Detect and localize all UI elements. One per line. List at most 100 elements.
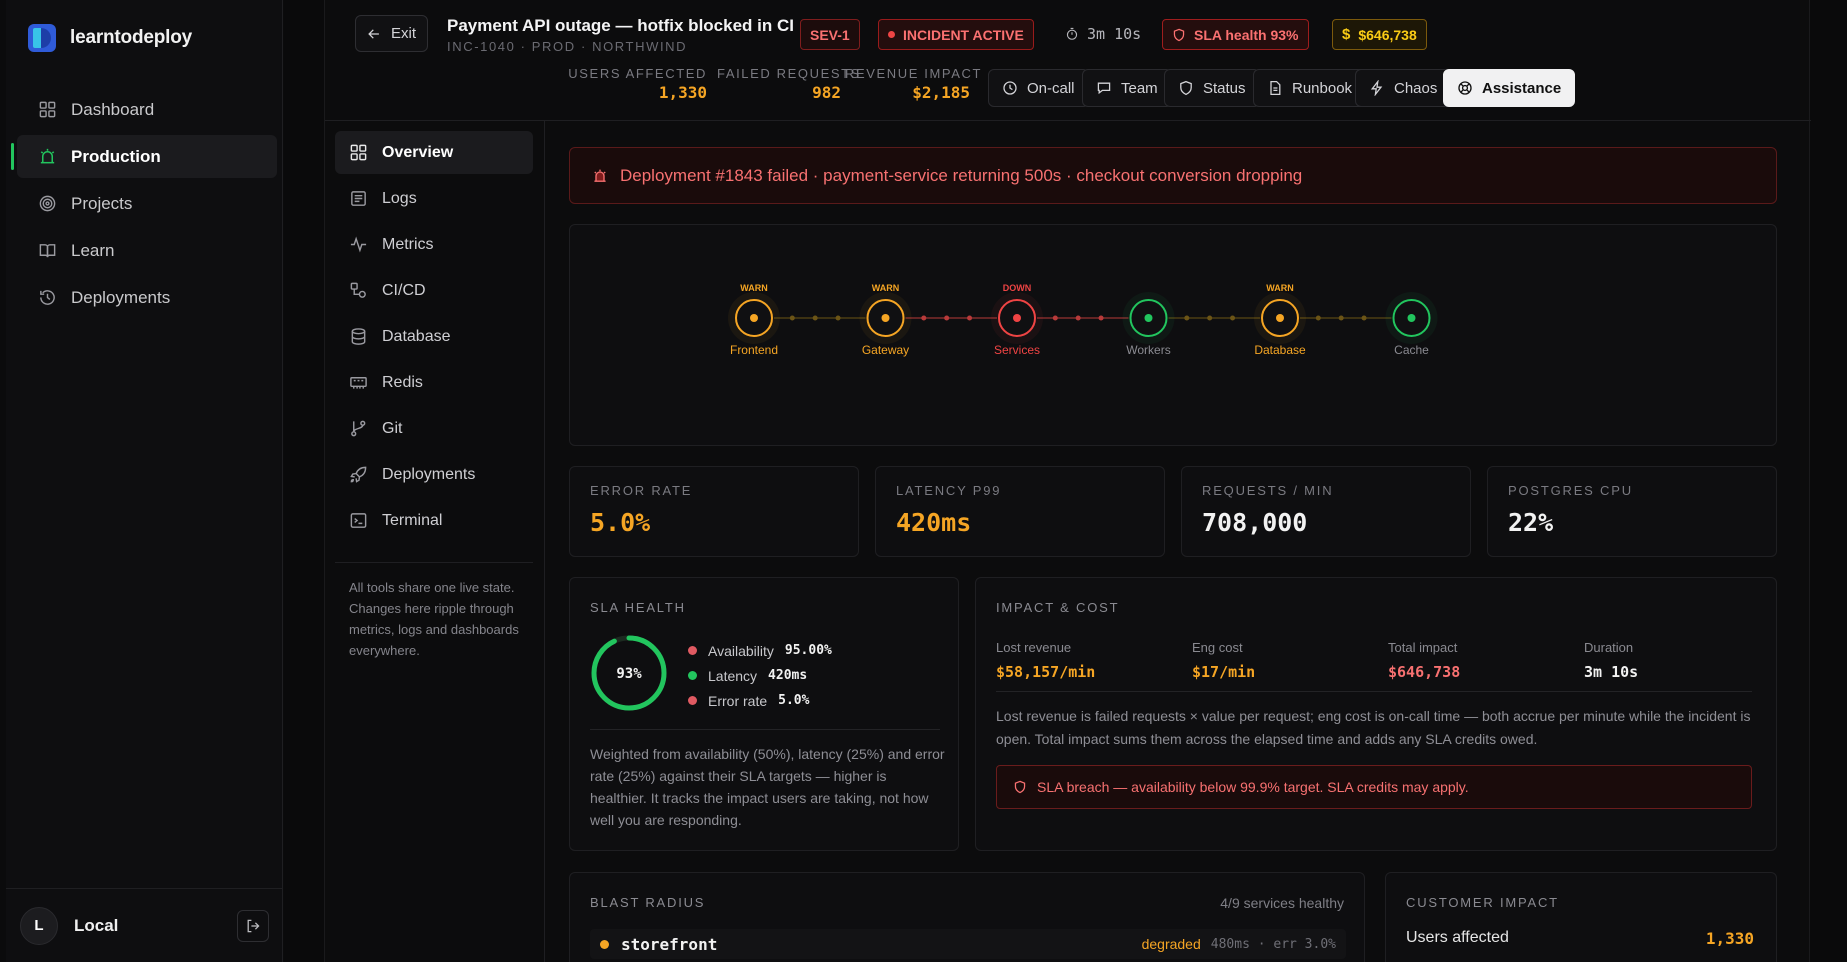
blast-row[interactable]: storefront degraded 480ms · err 3.0% <box>590 929 1346 959</box>
tab-overview[interactable]: Overview <box>335 131 533 174</box>
sla-row-error-rate: Error rate 5.0% <box>688 688 832 713</box>
logs-icon <box>351 191 366 206</box>
tab-database[interactable]: Database <box>335 315 533 358</box>
severity-label: SEV-1 <box>810 26 850 43</box>
nav-item-dashboard[interactable]: Dashboard <box>17 88 277 131</box>
impact-duration: Duration 3m 10s <box>1584 640 1638 681</box>
topology-node-frontend[interactable]: WARN Frontend <box>728 283 780 357</box>
sla-legend: Availability 95.00% Latency 420ms Error … <box>688 638 832 713</box>
sla-health-label: SLA health 93% <box>1194 26 1299 43</box>
brand[interactable]: learntodeploy <box>28 24 192 52</box>
topology-packet <box>835 315 841 321</box>
tool-nav: Overview Logs Metrics CI/CD Database Red… <box>325 121 545 962</box>
tab-metrics[interactable]: Metrics <box>335 223 533 266</box>
chat-icon <box>1097 82 1111 95</box>
exit-button[interactable]: Exit <box>355 15 428 52</box>
stopwatch-icon <box>1066 27 1078 40</box>
chaos-button[interactable]: Chaos <box>1355 69 1452 107</box>
runbook-label: Runbook <box>1292 79 1353 97</box>
runbook-button[interactable]: Runbook <box>1253 69 1367 107</box>
impact-cost-card: IMPACT & COST Lost revenue $58,157/min E… <box>975 577 1777 851</box>
status-label: Status <box>1203 79 1246 97</box>
topology-packet <box>1230 315 1236 321</box>
node-core <box>881 314 890 322</box>
nav-item-learn[interactable]: Learn <box>17 229 277 272</box>
sla-row-value: 420ms <box>768 668 808 683</box>
sla-ring: 93% <box>591 635 667 711</box>
chaos-label: Chaos <box>1394 79 1438 97</box>
subnav-note: All tools share one live state. Changes … <box>349 580 519 658</box>
assistance-button[interactable]: Assistance <box>1443 69 1576 107</box>
impact-lost-revenue: Lost revenue $58,157/min <box>996 640 1095 681</box>
node-status: WARN <box>872 283 900 293</box>
sla-row-label: Error rate <box>708 692 768 709</box>
siren-icon <box>594 169 606 182</box>
rocket-icon <box>350 466 367 483</box>
blast-service-status: degraded <box>1141 936 1201 952</box>
topology-diagram: WARN Frontend WARN Gateway DOWN Services Worke… <box>728 283 1438 357</box>
metric-card-latency: LATENCY P99 420ms <box>875 466 1165 557</box>
customer-impact-row: Users affected 1,330 <box>1406 929 1754 948</box>
shield-icon <box>1173 28 1185 41</box>
topology-node-gateway[interactable]: WARN Gateway <box>859 283 912 357</box>
team-button[interactable]: Team <box>1082 69 1172 107</box>
topology-node-cache[interactable]: Cache <box>1385 292 1438 357</box>
grid-icon <box>350 144 367 161</box>
incident-title: Payment API outage — hotfix blocked in C… <box>447 16 794 35</box>
tab-logs[interactable]: Logs <box>335 177 533 220</box>
tab-redis[interactable]: Redis <box>335 361 533 404</box>
blast-service-meta: 480ms · err 3.0% <box>1210 936 1336 952</box>
stat-value: $2,185 <box>912 83 970 102</box>
main-area: Exit Payment API outage — hotfix blocked… <box>284 0 1847 962</box>
sla-row-value: 95.00% <box>784 643 832 658</box>
terminal-icon <box>350 513 367 528</box>
status-button[interactable]: Status <box>1164 69 1260 107</box>
stat-label: FAILED REQUESTS <box>717 66 861 81</box>
tab-terminal[interactable]: Terminal <box>335 499 533 542</box>
subnav-divider <box>335 562 533 563</box>
node-core <box>1407 314 1416 322</box>
history-icon <box>37 288 57 308</box>
impact-description: Lost revenue is failed requests × value … <box>996 708 1751 747</box>
topology-node-database[interactable]: WARN Database <box>1254 283 1306 357</box>
dollar-icon: $ <box>1342 26 1351 43</box>
node-core <box>1013 314 1021 322</box>
oncall-label: On-call <box>1027 79 1075 97</box>
tab-label: Git <box>382 419 403 437</box>
metric-label: LATENCY P99 <box>896 483 1002 498</box>
team-label: Team <box>1121 79 1158 97</box>
logout-button[interactable] <box>237 909 269 942</box>
app-sidebar: learntodeploy Dashboard Production Proje… <box>6 0 283 962</box>
avatar[interactable]: L <box>20 906 58 945</box>
topology-node-services[interactable]: DOWN Services <box>991 283 1043 357</box>
metric-label: POSTGRES CPU <box>1508 483 1633 498</box>
incident-header: Exit Payment API outage — hotfix blocked… <box>325 0 1811 121</box>
incident-status-badge: INCIDENT ACTIVE <box>878 19 1034 50</box>
tab-git[interactable]: Git <box>335 407 533 450</box>
impact-total-badge[interactable]: $ $646,738 <box>1332 19 1427 50</box>
metric-card-requests: REQUESTS / MIN 708,000 <box>1181 466 1471 557</box>
logout-icon <box>247 919 260 932</box>
node-label: Services <box>994 343 1040 357</box>
tab-label: Overview <box>382 143 454 161</box>
impact-value: $646,738 <box>1388 663 1461 681</box>
metric-value: 420ms <box>896 508 972 537</box>
card-title: IMPACT & COST <box>996 600 1120 615</box>
nav-item-projects[interactable]: Projects <box>17 182 277 225</box>
brand-name: learntodeploy <box>70 27 192 48</box>
nav-item-production[interactable]: Production <box>11 135 277 178</box>
tab-cicd[interactable]: CI/CD <box>335 269 533 312</box>
customer-impact-card: CUSTOMER IMPACT Users affected 1,330 <box>1385 872 1777 962</box>
topology-packet <box>789 315 795 321</box>
lifebuoy-icon <box>1458 81 1472 95</box>
topology-node-workers[interactable]: Workers <box>1122 292 1175 357</box>
severity-badge: SEV-1 <box>800 19 860 50</box>
nav-item-deployments[interactable]: Deployments <box>17 276 277 319</box>
tab-deployments[interactable]: Deployments <box>335 453 533 496</box>
tab-label: Database <box>382 327 451 345</box>
metric-card-error-rate: ERROR RATE 5.0% <box>569 466 859 557</box>
alert-banner-text: Deployment #1843 failed · payment-servic… <box>620 165 1303 185</box>
oncall-button[interactable]: On-call <box>988 69 1089 107</box>
topology-packet <box>967 315 973 321</box>
sla-health-badge[interactable]: SLA health 93% <box>1162 19 1309 50</box>
